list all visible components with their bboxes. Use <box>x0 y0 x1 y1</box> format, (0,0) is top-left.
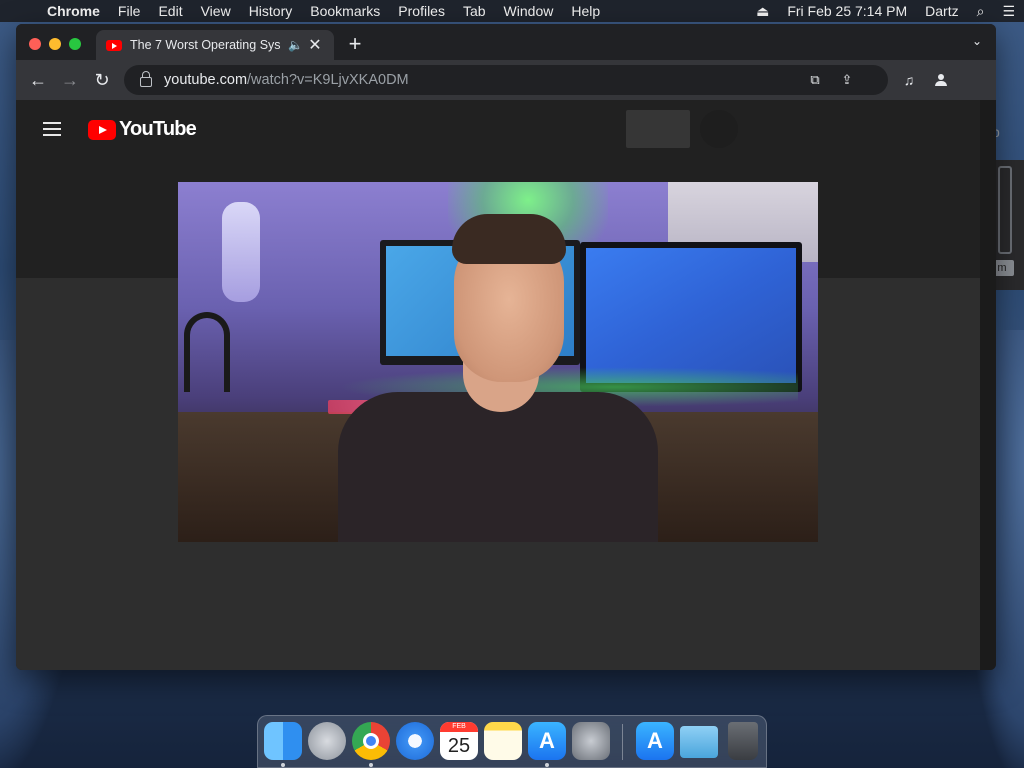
menu-edit[interactable]: Edit <box>149 0 191 22</box>
tab-close-icon[interactable]: ✕ <box>308 35 322 55</box>
new-tab-button[interactable]: + <box>344 33 366 55</box>
dock-chrome-icon[interactable] <box>352 722 390 760</box>
media-control-icon[interactable]: ♫ <box>898 69 920 91</box>
app-store-glyph: A <box>539 728 555 753</box>
youtube-favicon-icon <box>106 39 122 51</box>
dock-trash-icon[interactable] <box>728 722 758 760</box>
back-button[interactable]: ← <box>26 68 50 92</box>
tab-strip: The 7 Worst Operating Sys 🔈 ✕ + ⌄ <box>16 24 996 60</box>
url-path: /watch?v=K9LjvXKA0DM <box>247 72 409 88</box>
dock-calendar-icon[interactable]: FEB 25 <box>440 722 478 760</box>
hamburger-menu-icon[interactable] <box>43 122 61 136</box>
video-person-hair <box>452 214 566 264</box>
url-host: youtube.com <box>164 72 248 88</box>
fullscreen-window-button[interactable] <box>69 38 81 50</box>
menu-window[interactable]: Window <box>495 0 563 22</box>
dock-running-indicator <box>545 763 549 767</box>
menu-help[interactable]: Help <box>562 0 609 22</box>
browser-toolbar: ← → ↻ youtube.com/watch?v=K9LjvXKA0DM ⧉ … <box>16 60 996 100</box>
video-bg-lamp <box>222 202 260 302</box>
app-store-glyph: A <box>647 728 663 753</box>
header-placeholder-button[interactable] <box>626 110 690 148</box>
dock-system-preferences-icon[interactable] <box>572 722 610 760</box>
open-in-app-icon[interactable]: ⧉ <box>806 71 824 89</box>
dock-launchpad-icon[interactable] <box>308 722 346 760</box>
dock-notes-icon[interactable] <box>484 722 522 760</box>
close-window-button[interactable] <box>29 38 41 50</box>
video-player[interactable] <box>178 182 818 542</box>
chrome-window: The 7 Worst Operating Sys 🔈 ✕ + ⌄ ← → ↻ … <box>16 24 996 670</box>
spotlight-search-icon[interactable]: ⌕ <box>968 0 994 22</box>
menu-view[interactable]: View <box>192 0 240 22</box>
menu-bar-user[interactable]: Dartz <box>916 0 967 22</box>
menu-bar: Chrome File Edit View History Bookmarks … <box>0 0 1024 22</box>
tab-search-chevron-icon[interactable]: ⌄ <box>972 34 982 48</box>
tab-title: The 7 Worst Operating Sys <box>130 38 281 52</box>
dock-running-indicator <box>281 763 285 767</box>
tab-youtube-video[interactable]: The 7 Worst Operating Sys 🔈 ✕ <box>96 30 334 60</box>
youtube-play-logo-icon <box>88 119 116 140</box>
video-bg-headphones <box>184 312 230 392</box>
share-icon[interactable]: ⇪ <box>838 71 856 89</box>
dock-app-store-icon[interactable]: A <box>528 722 566 760</box>
forward-button[interactable]: → <box>58 68 82 92</box>
dock-separator <box>622 724 623 760</box>
menu-history[interactable]: History <box>240 0 302 22</box>
menu-profiles[interactable]: Profiles <box>389 0 454 22</box>
tab-audio-icon[interactable]: 🔈 <box>288 38 303 52</box>
reload-button[interactable]: ↻ <box>90 68 114 92</box>
youtube-logo-text: YouTube <box>119 118 197 140</box>
menu-app-chrome[interactable]: Chrome <box>38 0 109 22</box>
menu-tab[interactable]: Tab <box>454 0 495 22</box>
dock-downloads-folder-icon[interactable] <box>680 726 718 758</box>
dock-safari-icon[interactable] <box>396 722 434 760</box>
menu-file[interactable]: File <box>109 0 150 22</box>
dock-app-store-recent-icon[interactable]: A <box>636 722 674 760</box>
calendar-month: FEB <box>440 722 478 732</box>
header-placeholder-avatar[interactable] <box>700 110 738 148</box>
eject-icon[interactable]: ⏏ <box>747 0 778 22</box>
menu-bar-clock[interactable]: Fri Feb 25 7:14 PM <box>778 0 916 22</box>
lock-icon[interactable] <box>140 71 152 87</box>
dock-finder-icon[interactable] <box>264 722 302 760</box>
profile-button[interactable] <box>930 69 952 91</box>
background-window-frame <box>998 166 1012 254</box>
control-center-icon[interactable]: ☰ <box>993 0 1024 22</box>
address-bar[interactable]: youtube.com/watch?v=K9LjvXKA0DM ⧉ ⇪ <box>124 65 888 95</box>
youtube-page: YouTube <box>16 100 980 670</box>
dock-running-indicator <box>369 763 373 767</box>
menu-bookmarks[interactable]: Bookmarks <box>301 0 389 22</box>
youtube-logo[interactable]: YouTube <box>88 118 197 141</box>
calendar-day: 25 <box>447 735 471 757</box>
address-url[interactable]: youtube.com/watch?v=K9LjvXKA0DM <box>164 72 409 88</box>
minimize-window-button[interactable] <box>49 38 61 50</box>
menu-bar-status-area: ⏏ Fri Feb 25 7:14 PM Dartz ⌕ ☰ <box>747 0 1024 22</box>
profile-avatar-icon <box>935 74 947 86</box>
page-scrollbar[interactable] <box>980 100 996 670</box>
video-person-shirt <box>338 392 658 542</box>
dock: FEB 25 A A <box>257 715 767 768</box>
